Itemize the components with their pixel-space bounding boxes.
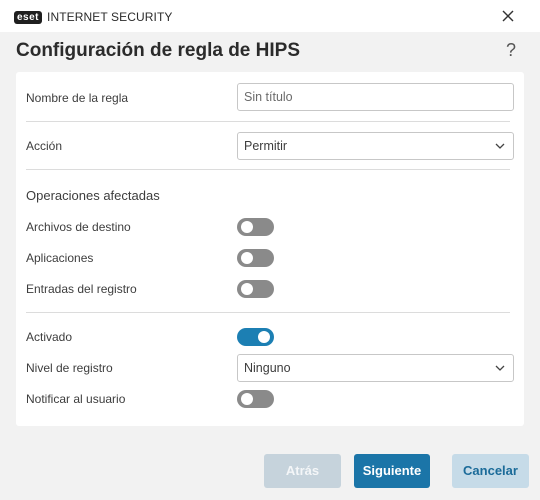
toggle-knob bbox=[241, 283, 253, 295]
target-files-toggle[interactable] bbox=[237, 218, 274, 236]
toggle-knob bbox=[241, 252, 253, 264]
cancel-button[interactable]: Cancelar bbox=[452, 454, 529, 488]
target-files-label: Archivos de destino bbox=[26, 220, 131, 234]
chevron-down-icon bbox=[495, 143, 505, 149]
log-level-label: Nivel de registro bbox=[26, 361, 113, 375]
divider bbox=[26, 169, 510, 170]
action-select-value: Permitir bbox=[244, 139, 288, 153]
chevron-down-icon bbox=[495, 365, 505, 371]
close-button[interactable] bbox=[500, 8, 516, 24]
next-button[interactable]: Siguiente bbox=[354, 454, 430, 488]
eset-logo: eset INTERNET SECURITY bbox=[14, 10, 173, 24]
toggle-knob bbox=[258, 331, 270, 343]
notify-user-label: Notificar al usuario bbox=[26, 392, 126, 406]
divider bbox=[26, 312, 510, 313]
rule-name-label: Nombre de la regla bbox=[26, 91, 129, 105]
registry-entries-toggle[interactable] bbox=[237, 280, 274, 298]
page-title: Configuración de regla de HIPS bbox=[16, 40, 300, 61]
rule-name-input[interactable] bbox=[237, 83, 514, 111]
product-name: INTERNET SECURITY bbox=[47, 10, 173, 24]
help-button[interactable]: ? bbox=[506, 40, 516, 61]
affected-operations-heading: Operaciones afectadas bbox=[26, 188, 160, 203]
action-select[interactable]: Permitir bbox=[237, 132, 514, 160]
close-icon bbox=[502, 10, 514, 22]
notify-user-toggle[interactable] bbox=[237, 390, 274, 408]
enabled-label: Activado bbox=[26, 330, 73, 344]
toggle-knob bbox=[241, 393, 253, 405]
toggle-knob bbox=[241, 221, 253, 233]
action-label: Acción bbox=[26, 139, 63, 153]
back-button[interactable]: Atrás bbox=[264, 454, 341, 488]
enabled-toggle[interactable] bbox=[237, 328, 274, 346]
divider bbox=[26, 121, 510, 122]
log-level-select[interactable]: Ninguno bbox=[237, 354, 514, 382]
log-level-select-value: Ninguno bbox=[244, 361, 291, 375]
rule-settings-panel: Nombre de la regla Acción Permitir Opera… bbox=[16, 72, 524, 426]
applications-label: Aplicaciones bbox=[26, 251, 94, 265]
title-bar: eset INTERNET SECURITY bbox=[0, 0, 540, 32]
eset-logo-badge: eset bbox=[14, 10, 43, 24]
applications-toggle[interactable] bbox=[237, 249, 274, 267]
registry-entries-label: Entradas del registro bbox=[26, 282, 137, 296]
